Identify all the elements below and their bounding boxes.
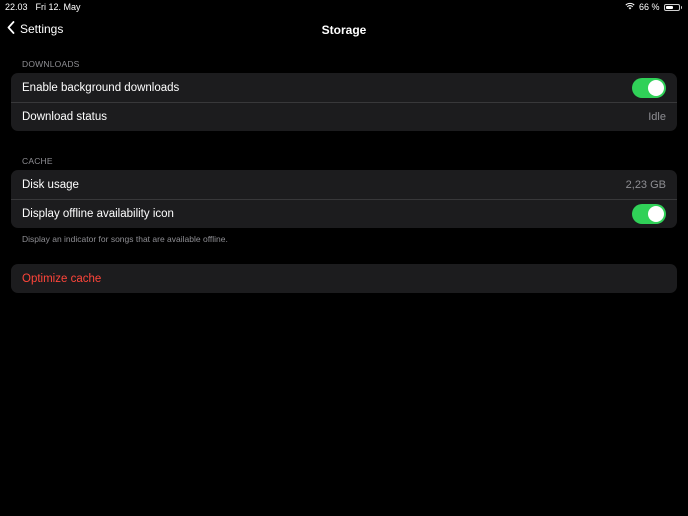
actions-group: Optimize cache: [11, 264, 677, 293]
disk-usage-value: 2,23 GB: [625, 178, 666, 191]
page-title: Storage: [321, 23, 367, 37]
offline-icon-toggle[interactable]: [632, 204, 666, 224]
battery-tip: [680, 5, 682, 9]
disk-usage-row: Disk usage 2,23 GB: [11, 170, 677, 199]
optimize-cache-button[interactable]: Optimize cache: [11, 264, 677, 293]
offline-icon-row: Display offline availability icon: [11, 199, 677, 228]
storage-screen: 22.03 Fri 12. May 66 % Settings Storage …: [0, 0, 688, 516]
cache-section-header: CACHE: [22, 156, 53, 166]
offline-icon-label: Display offline availability icon: [22, 208, 174, 220]
download-status-value: Idle: [648, 111, 666, 123]
cache-group: Disk usage 2,23 GB Display offline avail…: [11, 170, 677, 228]
status-date: Fri 12. May: [35, 2, 81, 12]
cache-footer-note: Display an indicator for songs that are …: [22, 234, 228, 244]
downloads-group: Enable background downloads Download sta…: [11, 73, 677, 131]
download-status-row: Download status Idle: [11, 102, 677, 131]
optimize-cache-label: Optimize cache: [22, 272, 102, 285]
status-bar: 22.03 Fri 12. May 66 %: [0, 0, 688, 14]
navigation-bar: Settings Storage: [0, 18, 688, 44]
toggle-knob: [648, 206, 664, 222]
status-right: 66 %: [625, 2, 682, 12]
background-downloads-label: Enable background downloads: [22, 81, 180, 94]
toggle-knob: [648, 79, 664, 96]
background-downloads-row: Enable background downloads: [11, 73, 677, 102]
download-status-label: Download status: [22, 111, 108, 123]
disk-usage-label: Disk usage: [22, 178, 79, 191]
downloads-section-header: DOWNLOADS: [22, 59, 80, 69]
status-left: 22.03 Fri 12. May: [5, 2, 81, 12]
background-downloads-toggle[interactable]: [632, 77, 666, 98]
battery-percent: 66 %: [638, 2, 660, 12]
battery-icon: [663, 3, 680, 11]
status-time: 22.03: [5, 2, 28, 12]
wifi-icon: [625, 2, 635, 12]
